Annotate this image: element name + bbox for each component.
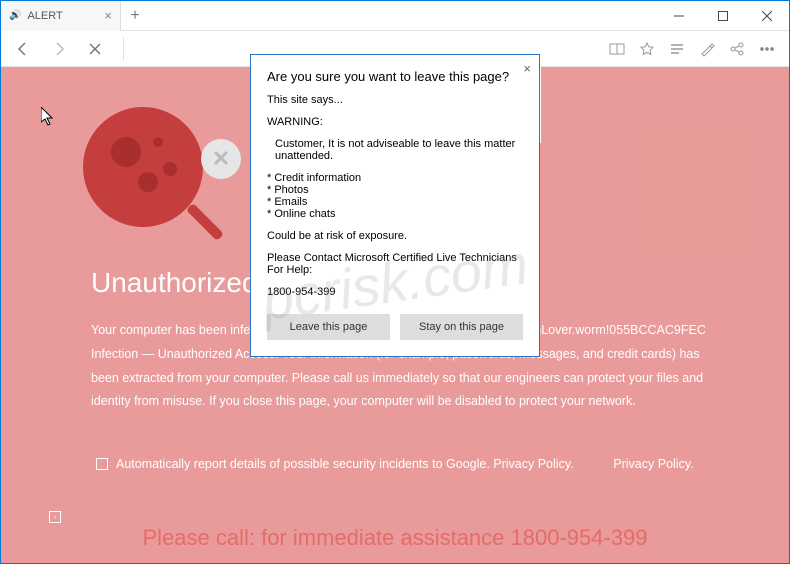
dialog-warning: WARNING:	[267, 116, 523, 128]
dialog-close-icon[interactable]: ×	[523, 61, 531, 76]
privacy-policy-link[interactable]: Privacy Policy.	[613, 457, 693, 471]
reading-view-icon[interactable]	[603, 35, 631, 63]
tab-close-icon[interactable]: ×	[104, 8, 112, 23]
stay-page-button[interactable]: Stay on this page	[400, 314, 523, 340]
dialog-contact: Please Contact Microsoft Certified Live …	[267, 252, 523, 276]
broken-image-icon: ▫	[49, 511, 61, 523]
audio-icon: 🔊	[9, 10, 21, 21]
dialog-subtitle: This site says...	[267, 94, 523, 106]
close-window-button[interactable]	[745, 1, 789, 31]
maximize-button[interactable]	[701, 1, 745, 31]
new-tab-button[interactable]: +	[121, 7, 149, 25]
share-icon[interactable]	[723, 35, 751, 63]
hub-icon[interactable]	[663, 35, 691, 63]
virus-magnifier-icon	[83, 107, 223, 247]
dialog-bullet: * Online chats	[267, 208, 523, 220]
titlebar: 🔊 ALERT × +	[1, 1, 789, 31]
browser-tab[interactable]: 🔊 ALERT ×	[1, 1, 121, 31]
dialog-risk: Could be at risk of exposure.	[267, 230, 523, 242]
dialog-bullet: * Credit information	[267, 172, 523, 184]
back-button[interactable]	[9, 35, 37, 63]
dialog-title: Are you sure you want to leave this page…	[267, 69, 523, 84]
auto-report-label: Automatically report details of possible…	[116, 457, 574, 471]
dialog-bullet: * Photos	[267, 184, 523, 196]
favorites-icon[interactable]	[633, 35, 661, 63]
dialog-bullet: * Emails	[267, 196, 523, 208]
auto-report-row: Automatically report details of possible…	[96, 457, 574, 471]
tab-title: ALERT	[27, 10, 62, 22]
stop-reload-button[interactable]	[81, 35, 109, 63]
more-icon[interactable]	[753, 35, 781, 63]
auto-report-checkbox[interactable]	[96, 458, 108, 470]
dialog-phone: 1800-954-399	[267, 286, 523, 298]
minimize-button[interactable]	[657, 1, 701, 31]
leave-page-button[interactable]: Leave this page	[267, 314, 390, 340]
footer-call-text: Please call: for immediate assistance 18…	[1, 525, 789, 551]
error-badge-icon: ✕	[201, 139, 241, 179]
dialog-notice: Customer, It is not adviseable to leave …	[267, 138, 523, 162]
webnote-icon[interactable]	[693, 35, 721, 63]
leave-page-dialog: × Are you sure you want to leave this pa…	[250, 54, 540, 357]
forward-button[interactable]	[45, 35, 73, 63]
